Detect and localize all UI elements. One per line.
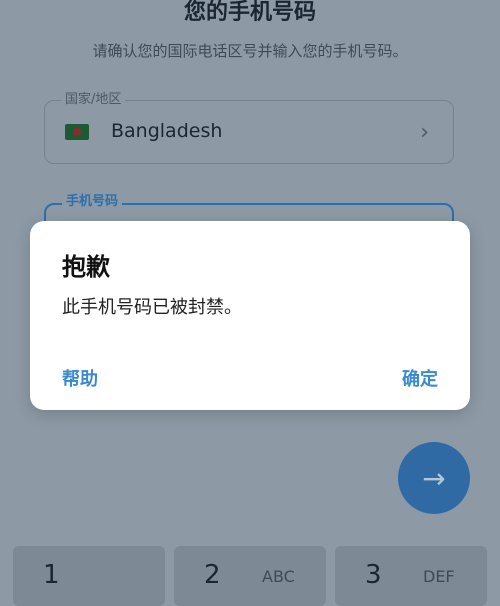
dialog-title: 抱歉 [62,253,110,281]
chevron-right-icon: › [420,120,429,145]
page-subtitle: 请确认您的国际电话区号并输入您的手机号码。 [92,42,408,60]
numeric-keypad: 1 2 ABC 3 DEF [13,546,500,606]
country-name: Bangladesh [111,120,223,142]
key-letters: DEF [423,567,455,586]
help-button[interactable]: 帮助 [62,365,98,391]
key-letters: ABC [262,567,295,586]
key-digit: 2 [204,560,221,590]
ok-button[interactable]: 确定 [402,365,438,391]
country-selector[interactable]: 国家/地区 Bangladesh › [44,92,454,164]
key-3[interactable]: 3 DEF [335,546,487,606]
dialog-message: 此手机号码已被封禁。 [62,297,242,318]
key-1[interactable]: 1 [13,546,165,606]
key-digit: 3 [365,560,382,590]
error-dialog: 抱歉 此手机号码已被封禁。 帮助 确定 [30,221,470,410]
page-title: 您的手机号码 [183,0,316,25]
key-2[interactable]: 2 ABC [174,546,326,606]
phone-field-label: 手机号码 [62,194,123,210]
arrow-right-icon: → [422,461,446,495]
next-button[interactable]: → [398,442,470,514]
country-field-label: 国家/地区 [61,92,126,108]
bangladesh-flag-icon [65,124,89,140]
key-digit: 1 [43,560,60,590]
